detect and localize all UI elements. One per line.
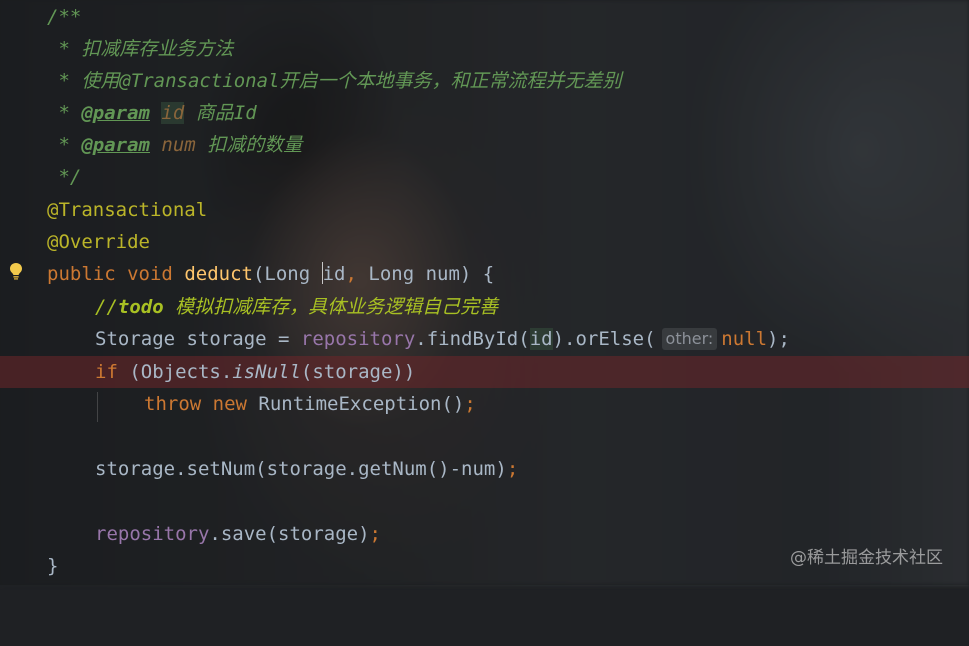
code-line-3: * 使用@Transactional开启一个本地事务，和正常流程并无差别 xyxy=(0,65,969,97)
code-line-8: @Override xyxy=(0,226,969,258)
code-line-6: */ xyxy=(0,161,969,193)
code-line-1: /** xyxy=(0,1,969,33)
code-editor[interactable]: /** * 扣减库存业务方法 * 使用@Transactional开启一个本地事… xyxy=(0,0,969,585)
indent-guide xyxy=(97,392,98,422)
code-line-5: * @param num 扣减的数量 xyxy=(0,129,969,161)
doc-comment-close: */ xyxy=(47,166,82,188)
storage-declaration: Storage storage = repository.findById(id… xyxy=(95,328,790,350)
doc-comment-description-2: * 使用@Transactional开启一个本地事务，和正常流程并无差别 xyxy=(47,70,622,92)
code-line-7: @Transactional xyxy=(0,194,969,226)
code-line-9: public void deduct(Long id, Long num) { xyxy=(0,258,969,290)
save-statement: repository.save(storage); xyxy=(95,523,381,545)
code-line-10: //todo 模拟扣减库存，具体业务逻辑自己完善 xyxy=(0,291,969,323)
watermark-text: @稀土掘金技术社区 xyxy=(790,548,943,568)
code-line-15: storage.setNum(storage.getNum()-num); xyxy=(0,453,969,485)
throw-statement: throw new RuntimeException(); xyxy=(144,393,476,415)
code-line-13: throw new RuntimeException(); xyxy=(0,388,969,420)
doc-comment-open: /** xyxy=(47,6,82,28)
code-line-4: * @param id 商品Id xyxy=(0,97,969,129)
code-line-12-highlighted: if (Objects.isNull(storage)) xyxy=(0,356,969,388)
lightbulb-icon[interactable] xyxy=(9,262,23,280)
if-statement: if (Objects.isNull(storage)) xyxy=(95,361,416,383)
parameter-hint: other: xyxy=(661,328,718,350)
closing-brace: } xyxy=(47,555,59,577)
doc-param-id: * @param id 商品Id xyxy=(47,102,257,124)
code-line-2: * 扣减库存业务方法 xyxy=(0,33,969,65)
doc-param-num: * @param num 扣减的数量 xyxy=(47,134,303,156)
todo-comment: //todo 模拟扣减库存，具体业务逻辑自己完善 xyxy=(95,296,499,318)
annotation-override: @Override xyxy=(47,231,150,253)
set-num-statement: storage.setNum(storage.getNum()-num); xyxy=(95,458,519,480)
code-line-11: Storage storage = repository.findById(id… xyxy=(0,323,969,355)
annotation-transactional: @Transactional xyxy=(47,199,208,221)
method-signature: public void deduct(Long id, Long num) { xyxy=(47,262,495,285)
doc-comment-description: * 扣减库存业务方法 xyxy=(47,38,234,60)
